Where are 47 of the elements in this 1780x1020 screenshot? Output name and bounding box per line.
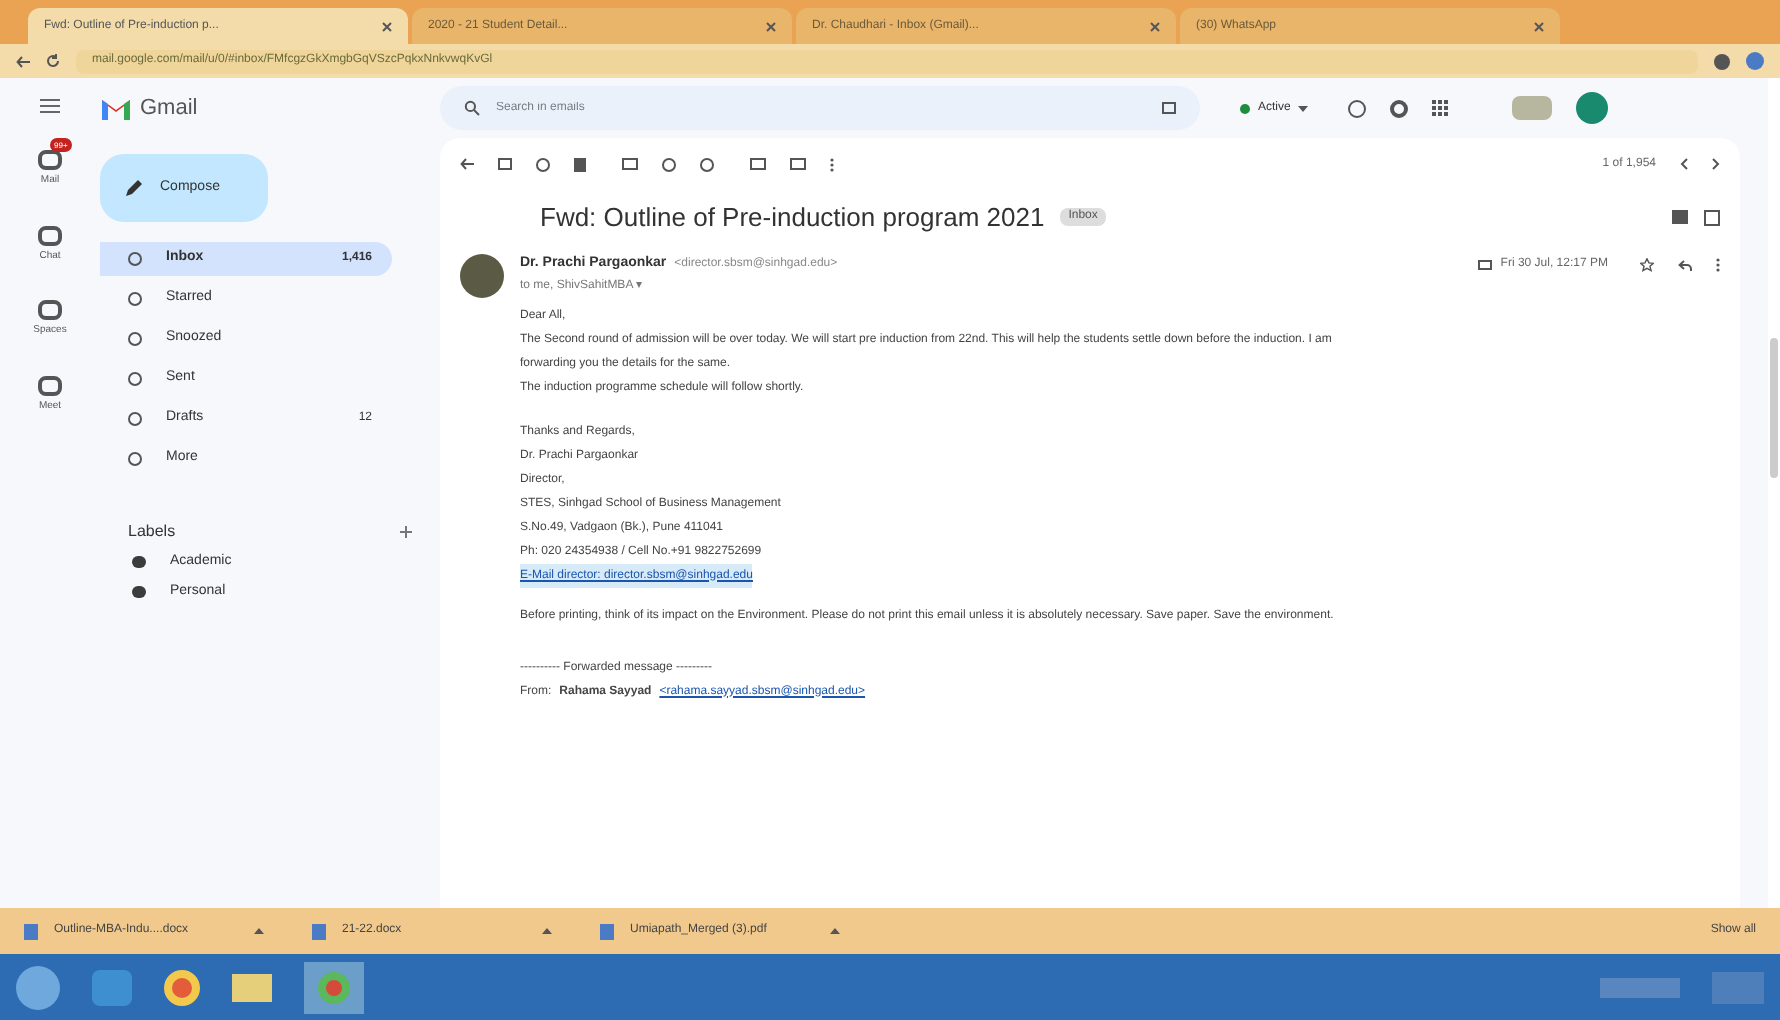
caret-icon[interactable] bbox=[542, 928, 552, 934]
back-icon[interactable] bbox=[16, 55, 30, 67]
close-icon[interactable] bbox=[766, 21, 776, 31]
email-subject: Fwd: Outline of Pre-induction program 2021 bbox=[540, 200, 1045, 236]
apps-icon[interactable] bbox=[1432, 100, 1449, 116]
close-icon[interactable] bbox=[1534, 21, 1544, 31]
label-icon[interactable] bbox=[790, 158, 806, 170]
settings-icon[interactable] bbox=[1390, 99, 1409, 117]
close-icon[interactable] bbox=[1150, 21, 1160, 31]
gmail-logo-text: Gmail bbox=[140, 93, 198, 124]
filter-icon[interactable] bbox=[1162, 102, 1176, 114]
report-icon[interactable] bbox=[536, 157, 550, 171]
pencil-icon bbox=[124, 178, 144, 198]
archive-icon[interactable] bbox=[498, 158, 512, 170]
menu-icon[interactable] bbox=[40, 98, 60, 114]
gmail-logo-icon bbox=[100, 96, 132, 120]
extension-icon[interactable] bbox=[1714, 53, 1730, 69]
delete-icon[interactable] bbox=[574, 157, 586, 171]
newer-icon[interactable] bbox=[1680, 158, 1688, 170]
clock-icon[interactable] bbox=[662, 157, 676, 171]
caret-icon[interactable] bbox=[254, 928, 264, 934]
mail-icon[interactable] bbox=[622, 158, 638, 170]
profile-icon[interactable] bbox=[1746, 52, 1764, 70]
add-label-icon[interactable] bbox=[400, 526, 412, 538]
scrollbar-thumb[interactable] bbox=[1770, 338, 1778, 478]
close-icon[interactable] bbox=[382, 21, 392, 31]
reload-icon[interactable] bbox=[46, 54, 60, 68]
task-icon[interactable] bbox=[700, 157, 714, 171]
start-button[interactable] bbox=[16, 965, 60, 1009]
older-icon[interactable] bbox=[1712, 158, 1720, 170]
caret-icon bbox=[1298, 105, 1309, 111]
caret-icon[interactable] bbox=[830, 928, 840, 934]
labels-heading: Labels bbox=[128, 520, 176, 544]
search-icon[interactable] bbox=[464, 100, 480, 116]
star-icon[interactable] bbox=[1640, 258, 1654, 272]
folder-icon[interactable] bbox=[232, 973, 272, 1001]
sender-avatar-icon bbox=[460, 253, 504, 297]
back-arrow-icon[interactable] bbox=[460, 158, 474, 170]
attachment-icon bbox=[1478, 260, 1493, 270]
new-window-icon[interactable] bbox=[1704, 209, 1720, 226]
browser-icon[interactable] bbox=[164, 969, 200, 1005]
help-icon[interactable] bbox=[1348, 99, 1367, 117]
avatar-icon[interactable] bbox=[1576, 92, 1609, 124]
reply-icon[interactable] bbox=[1678, 259, 1692, 271]
print-icon[interactable] bbox=[1672, 210, 1688, 225]
move-icon[interactable] bbox=[750, 158, 766, 170]
organization-logo-icon bbox=[1512, 96, 1553, 120]
